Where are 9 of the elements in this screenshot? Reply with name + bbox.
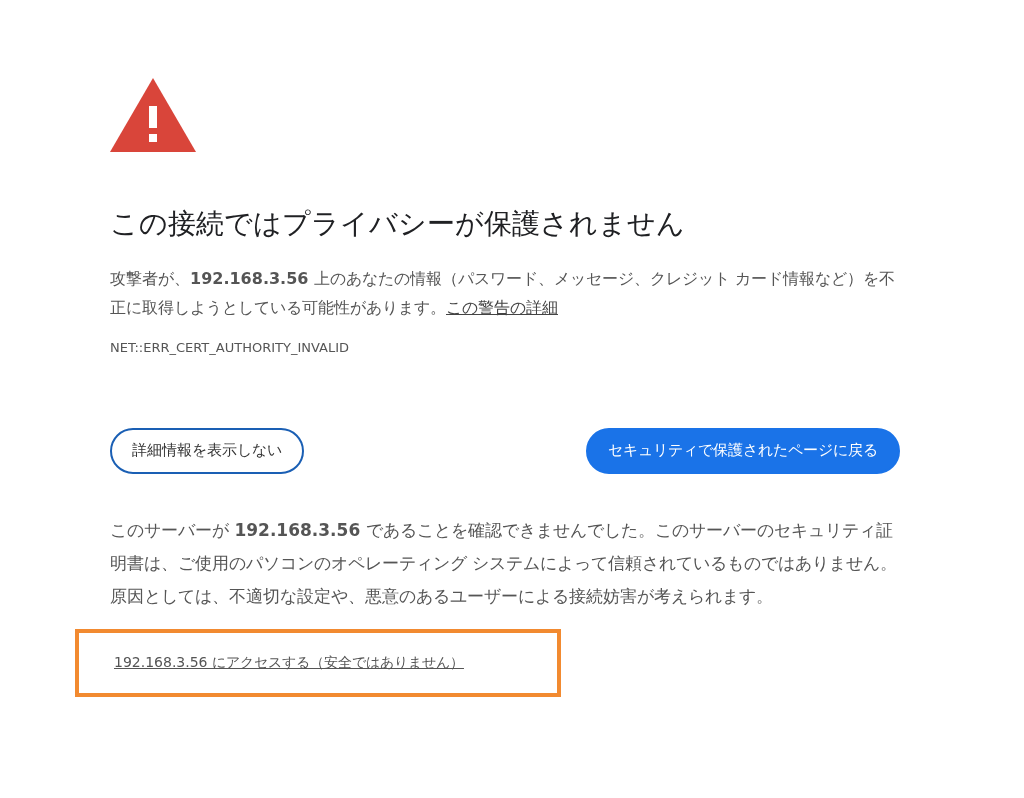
proceed-link[interactable]: 192.168.3.56 にアクセスする（安全ではありません）: [114, 652, 464, 673]
error-code: NET::ERR_CERT_AUTHORITY_INVALID: [110, 339, 350, 357]
warning-text: 攻撃者が、192.168.3.56 上のあなたの情報（パスワード、メッセージ、クレジット カード情報など）を不正に取得しようとしている可能性があります。この警告の詳細: [110, 268, 896, 319]
details-link[interactable]: この警告の詳細: [446, 298, 558, 317]
page-heading: この接続ではプライバシーが保護されません: [110, 206, 686, 242]
details-text: このサーバーが 192.168.3.56 であることを確認できませんでした。このサーバーのセキュリティ証明書は、ご使用のパソコンのオペレーティング システムによって信頼されているものではありません。原因としては、不適切な設定や、悪意のあるユーザーによる接続妨害が考えられます。: [110, 518, 899, 608]
back-to-safety-button[interactable]: セキュリティで保護されたページに戻る: [586, 427, 900, 474]
warning-icon: [110, 78, 196, 152]
hide-details-button[interactable]: 詳細情報を表示しない: [110, 427, 304, 474]
